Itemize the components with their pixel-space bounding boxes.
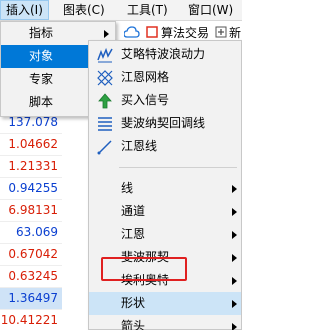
object-item-buy-signal[interactable]: 买入信号 <box>89 89 241 112</box>
price-cell[interactable]: 63.069 <box>0 222 62 244</box>
menu-item-label: 指标 <box>29 26 54 40</box>
trading-terminal-window: 插入(I) 图表(C) 工具(T) 窗口(W) 算法交易 新 137.078 1… <box>0 0 242 330</box>
price-cell[interactable]: 0.63245 <box>0 266 62 288</box>
menu-item-label: 箭头 <box>121 319 146 330</box>
price-cell[interactable]: 0.67042 <box>0 244 62 266</box>
menu-item-label: 形状 <box>121 296 146 310</box>
gann-grid-icon <box>97 70 113 86</box>
menu-item-label: 埃利奥特 <box>121 273 170 287</box>
object-group-lines[interactable]: 线 <box>89 177 241 200</box>
price-cell[interactable]: 1.21331 <box>0 156 62 178</box>
menu-insert[interactable]: 插入(I) <box>0 0 49 20</box>
menu-bar: 插入(I) 图表(C) 工具(T) 窗口(W) <box>0 0 242 21</box>
price-cell[interactable]: 0.94255 <box>0 178 62 200</box>
menu-item-label: 艾略特波浪动力 <box>121 47 206 61</box>
object-group-fibonacci[interactable]: 斐波那契 <box>89 246 241 269</box>
object-group-gann[interactable]: 江恩 <box>89 223 241 246</box>
menu-separator <box>119 167 237 168</box>
algo-trading-button[interactable]: 算法交易 <box>161 24 209 41</box>
price-cell[interactable]: 6.98131 <box>0 200 62 222</box>
price-cell[interactable]: 1.04662 <box>0 134 62 156</box>
objects-submenu: 艾略特波浪动力 江恩网格 买入信号 斐波纳契回调线 江恩线 线 通道 江恩 斐波… <box>88 40 242 330</box>
object-group-elliott[interactable]: 埃利奥特 <box>89 269 241 292</box>
menu-item-label: 斐波纳契回调线 <box>121 116 206 130</box>
menu-item-label: 江恩线 <box>121 139 158 153</box>
new-order-button[interactable]: 新 <box>229 24 241 41</box>
menu-charts[interactable]: 图表(C) <box>58 0 110 20</box>
submenu-arrow-icon <box>232 254 237 262</box>
submenu-arrow-icon <box>232 231 237 239</box>
object-item-fibonacci-retracement[interactable]: 斐波纳契回调线 <box>89 112 241 135</box>
buy-signal-icon <box>98 93 112 109</box>
menu-item-label: 通道 <box>121 204 146 218</box>
object-item-elliott-impulse[interactable]: 艾略特波浪动力 <box>89 43 241 66</box>
object-item-gann-line[interactable]: 江恩线 <box>89 135 241 158</box>
object-group-channels[interactable]: 通道 <box>89 200 241 223</box>
submenu-arrow-icon <box>232 323 237 330</box>
new-order-icon[interactable] <box>215 26 227 38</box>
stop-square-icon[interactable] <box>146 26 158 38</box>
menu-item-label: 对象 <box>29 49 54 63</box>
object-group-shapes[interactable]: 形状 <box>89 292 241 315</box>
menu-window[interactable]: 窗口(W) <box>183 0 238 20</box>
menu-item-label: 脚本 <box>29 95 54 109</box>
fibonacci-icon <box>98 117 112 131</box>
menu-item-label: 江恩网格 <box>121 70 170 84</box>
submenu-arrow-icon <box>104 30 109 38</box>
submenu-arrow-icon <box>232 300 237 308</box>
submenu-arrow-icon <box>232 185 237 193</box>
price-cell[interactable]: 10.41221 <box>0 310 62 330</box>
menu-item-label: 买入信号 <box>121 93 170 107</box>
market-watch-prices: 137.078 1.04662 1.21331 0.94255 6.98131 … <box>0 112 62 330</box>
menu-item-label: 斐波那契 <box>121 250 170 264</box>
menu-item-label: 专家 <box>29 72 54 86</box>
menu-item-label: 线 <box>121 181 134 195</box>
object-item-gann-grid[interactable]: 江恩网格 <box>89 66 241 89</box>
menu-item-label: 江恩 <box>121 227 146 241</box>
object-group-arrows[interactable]: 箭头 <box>89 315 241 330</box>
price-cell[interactable]: 1.36497 <box>0 288 62 310</box>
submenu-arrow-icon <box>232 277 237 285</box>
gann-line-icon <box>97 140 112 155</box>
cloud-icon[interactable] <box>124 25 140 39</box>
menu-tools[interactable]: 工具(T) <box>122 0 173 20</box>
submenu-arrow-icon <box>232 208 237 216</box>
elliott-wave-icon <box>97 47 113 63</box>
